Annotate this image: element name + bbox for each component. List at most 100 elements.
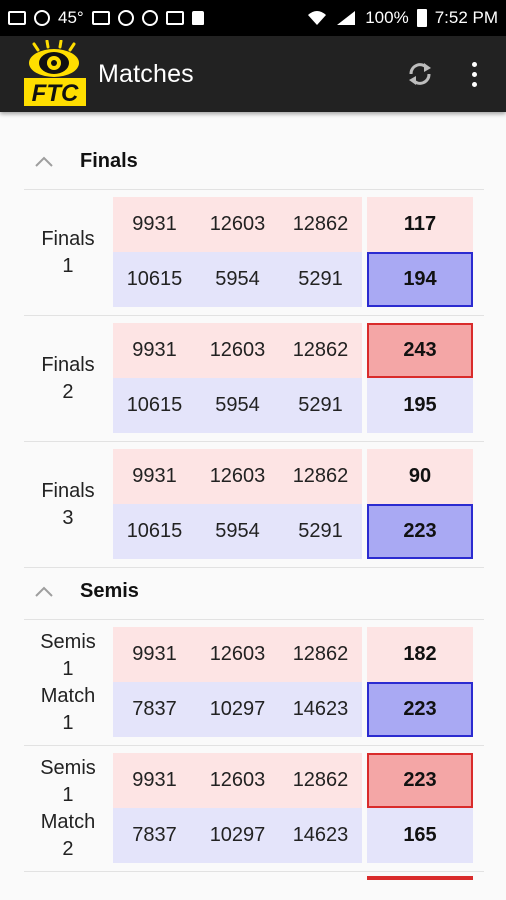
section-header-finals[interactable]: Finals bbox=[24, 134, 484, 190]
match-label-line: 1 bbox=[62, 254, 74, 277]
match-label-line: 3 bbox=[62, 506, 74, 529]
ring-notification-icon bbox=[117, 10, 134, 26]
logo-text: FTC bbox=[32, 80, 79, 107]
blue-team: 5291 bbox=[298, 394, 343, 416]
blue-team: 10615 bbox=[126, 394, 183, 416]
match-label-line: 1 bbox=[62, 711, 74, 734]
mail-notification-icon bbox=[8, 11, 26, 25]
blue-team: 10615 bbox=[126, 268, 183, 290]
missed-call-icon bbox=[34, 10, 50, 26]
match-label-line: Finals bbox=[41, 353, 95, 376]
collapse-chevron[interactable] bbox=[24, 564, 64, 620]
red-score: 90 bbox=[367, 449, 473, 504]
match-label-line: Match bbox=[40, 810, 96, 833]
blue-team: 14623 bbox=[292, 698, 349, 720]
match-list[interactable]: Finals Finals 1 9931 12603 12862 117 1061… bbox=[0, 112, 506, 900]
lock-icon bbox=[191, 11, 204, 25]
blue-score-winner: 194 bbox=[367, 252, 473, 307]
section-title: Semis bbox=[80, 580, 139, 602]
red-team: 9931 bbox=[132, 643, 177, 665]
red-team: 12603 bbox=[209, 213, 266, 235]
blue-team: 7837 bbox=[132, 698, 177, 720]
blue-score-winner: 223 bbox=[367, 504, 473, 559]
match-row-finals-1[interactable]: Finals 1 9931 12603 12862 117 10615 5954 … bbox=[24, 190, 484, 316]
refresh-icon bbox=[409, 63, 431, 85]
red-score: 117 bbox=[367, 197, 473, 252]
match-label-line: Match bbox=[40, 684, 96, 707]
more-dot-icon bbox=[471, 81, 477, 87]
red-team: 9931 bbox=[132, 769, 177, 791]
blue-team: 10297 bbox=[209, 698, 266, 720]
wifi-icon bbox=[308, 11, 327, 25]
battery-percent-text: 100% bbox=[365, 8, 409, 27]
blue-team: 10615 bbox=[126, 520, 183, 542]
match-row-finals-3[interactable]: Finals 3 9931 12603 12862 90 10615 5954 5… bbox=[24, 442, 484, 568]
red-alliance: 9931 12603 12862 bbox=[113, 753, 362, 808]
red-alliance: 9931 12603 12862 bbox=[113, 449, 362, 504]
match-label-line: 1 bbox=[62, 783, 74, 806]
collapse-chevron[interactable] bbox=[24, 134, 64, 190]
match-label-line: 1 bbox=[62, 657, 74, 680]
red-team: 9931 bbox=[132, 465, 177, 487]
blue-team: 5954 bbox=[215, 520, 260, 542]
red-team: 12603 bbox=[209, 769, 266, 791]
match-row-semis-1-match-2[interactable]: Semis 1 Match 2 9931 12603 12862 223 783… bbox=[24, 746, 484, 872]
blue-score-winner: 223 bbox=[367, 682, 473, 737]
image-notification-icon bbox=[91, 11, 110, 25]
red-team: 9931 bbox=[132, 213, 177, 235]
refresh-button[interactable] bbox=[400, 54, 440, 94]
red-team: 12603 bbox=[209, 339, 266, 361]
red-alliance: 9931 12603 12862 bbox=[113, 197, 362, 252]
red-team: 12862 bbox=[292, 643, 349, 665]
blue-team: 7837 bbox=[132, 824, 177, 846]
ftc-eye-logo-icon: FTC bbox=[24, 39, 86, 107]
red-team: 9931 bbox=[132, 339, 177, 361]
red-team: 12603 bbox=[209, 465, 266, 487]
blue-team: 5954 bbox=[215, 268, 260, 290]
red-alliance: 9931 12603 12862 bbox=[113, 323, 362, 378]
match-label: Finals 3 bbox=[24, 442, 112, 567]
signal-icon bbox=[337, 11, 356, 25]
temperature-text: 45° bbox=[58, 8, 84, 27]
blue-score: 165 bbox=[367, 808, 473, 863]
do-not-disturb-icon bbox=[141, 10, 158, 26]
section-title: Finals bbox=[80, 150, 138, 172]
section-header-semis[interactable]: Semis bbox=[24, 564, 484, 620]
blue-team: 5291 bbox=[298, 268, 343, 290]
blue-alliance: 7837 10297 14623 bbox=[113, 808, 362, 863]
match-label-line: Semis bbox=[40, 630, 96, 653]
clock-text: 7:52 PM bbox=[434, 8, 498, 27]
blue-team: 5954 bbox=[215, 394, 260, 416]
match-label: Finals 2 bbox=[24, 316, 112, 441]
chevron-up-icon bbox=[35, 586, 53, 597]
match-label-line: Finals bbox=[41, 479, 95, 502]
red-alliance: 9931 12603 12862 bbox=[113, 627, 362, 682]
battery-icon bbox=[416, 9, 427, 27]
blue-team: 14623 bbox=[292, 824, 349, 846]
match-label-line: Semis bbox=[40, 756, 96, 779]
red-team: 12603 bbox=[209, 643, 266, 665]
sim-icon bbox=[165, 11, 184, 25]
match-row-semis-1-match-1[interactable]: Semis 1 Match 1 9931 12603 12862 182 783… bbox=[24, 620, 484, 746]
page-title: Matches bbox=[98, 59, 194, 88]
app-bar: FTC Matches bbox=[0, 36, 506, 112]
status-icons-left: 45° bbox=[8, 8, 204, 28]
blue-team: 5291 bbox=[298, 520, 343, 542]
blue-alliance: 10615 5954 5291 bbox=[113, 252, 362, 307]
match-row-finals-2[interactable]: Finals 2 9931 12603 12862 243 10615 5954 … bbox=[24, 316, 484, 442]
more-dot-icon bbox=[471, 71, 477, 77]
match-label: Semis 1 Match 1 bbox=[24, 620, 112, 745]
more-dot-icon bbox=[471, 61, 477, 67]
overflow-menu-button[interactable] bbox=[462, 54, 486, 94]
match-label-line: 2 bbox=[62, 380, 74, 403]
red-score: 182 bbox=[367, 627, 473, 682]
ftc-logo: FTC bbox=[22, 39, 90, 108]
blue-score: 195 bbox=[367, 378, 473, 433]
blue-alliance: 10615 5954 5291 bbox=[113, 378, 362, 433]
red-score-winner: 223 bbox=[367, 753, 473, 808]
blue-team: 10297 bbox=[209, 824, 266, 846]
match-label: Finals 1 bbox=[24, 190, 112, 315]
red-team: 12862 bbox=[292, 213, 349, 235]
status-bar: 45° 100% 7:52 PM bbox=[0, 0, 506, 36]
red-team: 12862 bbox=[292, 339, 349, 361]
